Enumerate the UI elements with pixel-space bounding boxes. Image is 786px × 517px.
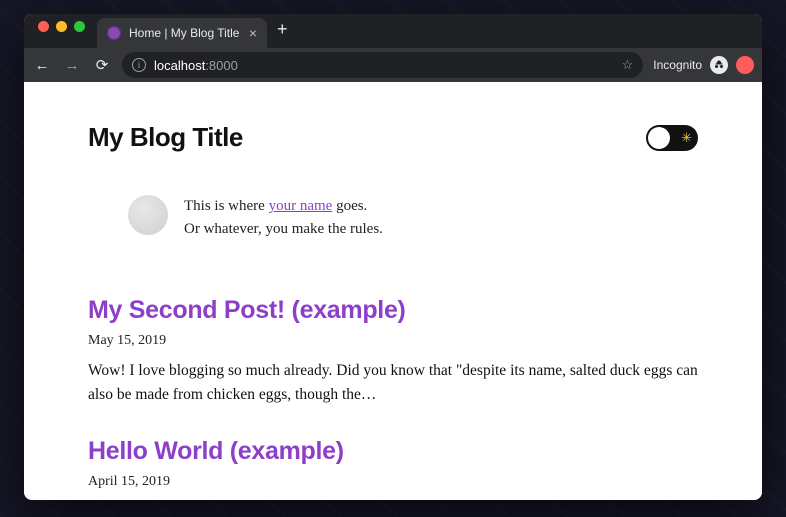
toolbar-right: Incognito xyxy=(653,56,754,74)
bio-suffix: goes. xyxy=(332,198,367,214)
sun-icon: ✳ xyxy=(681,130,692,146)
bio-prefix: This is where xyxy=(184,198,269,214)
back-button[interactable]: ← xyxy=(32,57,52,74)
browser-toolbar: ← → ⟳ i localhost:8000 ☆ Incognito xyxy=(24,48,762,82)
post-item: My Second Post! (example) May 15, 2019 W… xyxy=(88,296,698,407)
browser-tabstrip: Home | My Blog Title × + xyxy=(24,14,762,48)
window-controls xyxy=(32,21,91,42)
reload-button[interactable]: ⟳ xyxy=(92,56,112,74)
incognito-icon[interactable] xyxy=(710,56,728,74)
extension-icon[interactable] xyxy=(736,56,754,74)
page-content: My Blog Title ✳ This is where your name … xyxy=(88,82,698,500)
address-bar[interactable]: i localhost:8000 ☆ xyxy=(122,52,643,78)
post-title-link[interactable]: My Second Post! (example) xyxy=(88,296,698,325)
post-item: Hello World (example) April 15, 2019 xyxy=(88,437,698,490)
toggle-knob xyxy=(648,127,670,149)
author-bio: This is where your name goes. Or whateve… xyxy=(128,195,698,240)
post-date: May 15, 2019 xyxy=(88,333,698,349)
bio-line2: Or whatever, you make the rules. xyxy=(184,218,383,241)
tab-title: Home | My Blog Title xyxy=(129,26,239,40)
post-excerpt: Wow! I love blogging so much already. Di… xyxy=(88,359,698,407)
post-date: April 15, 2019 xyxy=(88,474,698,490)
site-title[interactable]: My Blog Title xyxy=(88,122,243,153)
browser-window: Home | My Blog Title × + ← → ⟳ i localho… xyxy=(24,14,762,500)
post-title-link[interactable]: Hello World (example) xyxy=(88,437,698,466)
maximize-window-button[interactable] xyxy=(74,21,85,32)
author-name-link[interactable]: your name xyxy=(269,198,333,214)
avatar xyxy=(128,195,168,235)
page-viewport[interactable]: My Blog Title ✳ This is where your name … xyxy=(24,82,762,500)
close-window-button[interactable] xyxy=(38,21,49,32)
gatsby-favicon-icon xyxy=(107,26,121,40)
url-host: localhost xyxy=(154,58,205,73)
bookmark-star-icon[interactable]: ☆ xyxy=(622,57,634,73)
incognito-label: Incognito xyxy=(653,58,702,72)
site-info-icon[interactable]: i xyxy=(132,58,146,72)
url-port: :8000 xyxy=(205,58,238,73)
close-tab-icon[interactable]: × xyxy=(249,26,257,40)
dark-mode-toggle[interactable]: ✳ xyxy=(646,125,698,151)
site-header: My Blog Title ✳ xyxy=(88,122,698,153)
forward-button[interactable]: → xyxy=(62,57,82,74)
browser-tab[interactable]: Home | My Blog Title × xyxy=(97,18,267,48)
new-tab-button[interactable]: + xyxy=(267,15,298,48)
bio-text: This is where your name goes. Or whateve… xyxy=(184,195,383,240)
minimize-window-button[interactable] xyxy=(56,21,67,32)
